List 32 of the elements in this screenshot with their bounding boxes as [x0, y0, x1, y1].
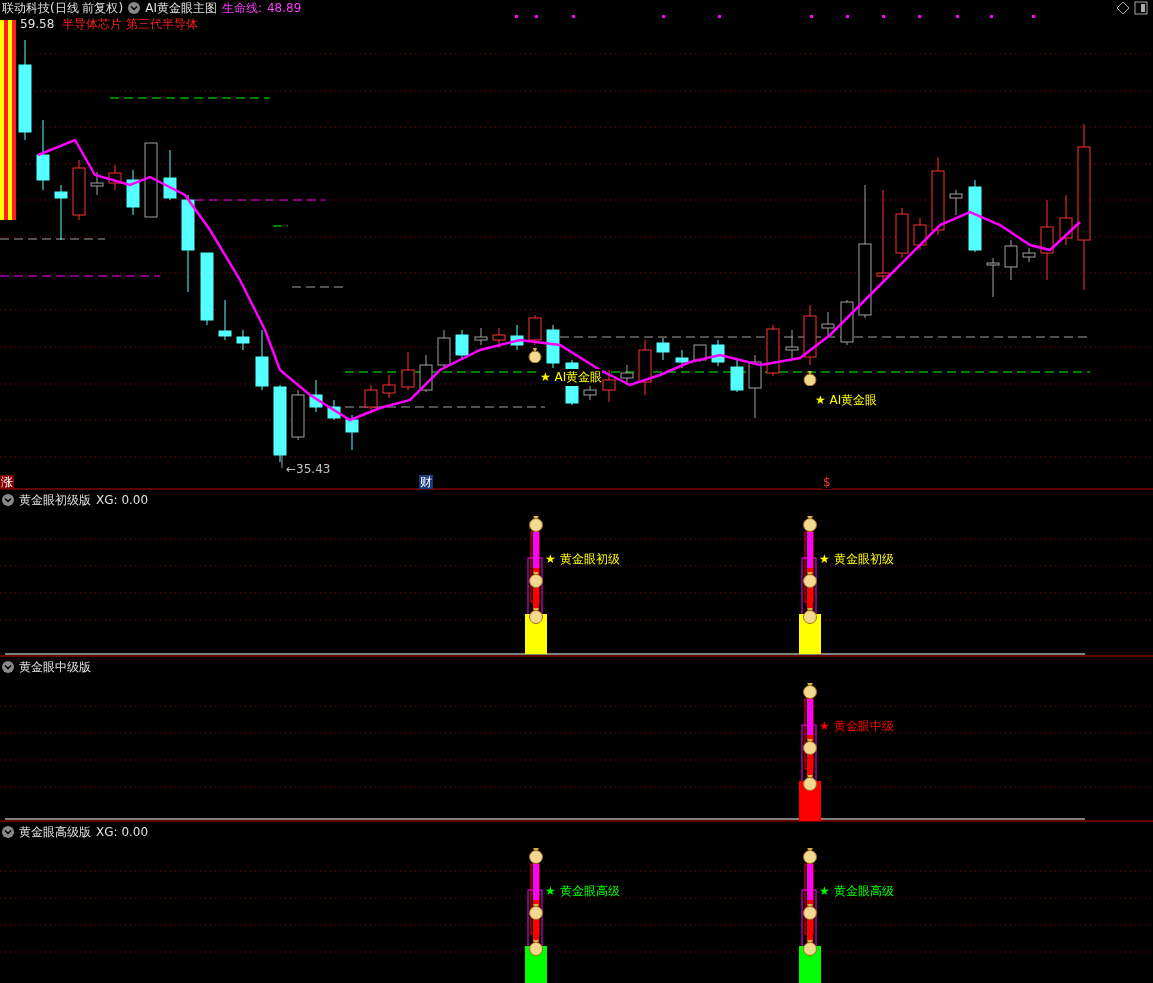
signal-label: ★ AI黄金眼: [815, 392, 878, 409]
panel-title: 黄金眼高级版: [19, 823, 91, 841]
diamond-icon[interactable]: [1116, 1, 1130, 15]
money-bag-icon: [803, 370, 817, 386]
dropdown-icon[interactable]: [128, 2, 141, 14]
level-line: [291, 286, 346, 288]
dropdown-icon[interactable]: [2, 661, 14, 673]
indicator-title: AI黄金眼主图: [145, 0, 217, 17]
concept-tags: 半导体芯片 第三代半导体: [62, 15, 199, 33]
layout-icon[interactable]: [1134, 1, 1148, 15]
signal-label: ★ 黄金眼高级: [819, 883, 894, 900]
signal-label: ★ 黄金眼初级: [545, 551, 620, 568]
panel-title: 黄金眼中级版: [19, 658, 91, 676]
high-price-label: 59.58: [20, 17, 55, 31]
xg-reading: XG: 0.00: [96, 825, 149, 839]
dropdown-icon[interactable]: [2, 494, 14, 506]
life-line-label: 生命线:: [221, 0, 262, 17]
signal-label: ★ 黄金眼高级: [545, 883, 620, 900]
dropdown-icon[interactable]: [2, 826, 14, 838]
money-bag-icon: [528, 347, 542, 363]
xg-reading: XG: 0.00: [96, 493, 149, 507]
level-line: [272, 225, 289, 227]
finance-badge: 财: [419, 475, 433, 489]
panel-title: 黄金眼初级版: [19, 491, 91, 509]
stock-title: 联动科技(日线 前复权): [2, 0, 124, 17]
signal-label: ★ 黄金眼初级: [819, 551, 894, 568]
signal-label: ★ AI黄金眼: [540, 369, 603, 386]
rise-badge: 涨: [0, 475, 14, 489]
low-price-label: ←35.43: [286, 462, 331, 476]
dollar-marker: $: [822, 475, 832, 489]
life-line-value: 48.89: [267, 1, 302, 15]
signal-label: ★ 黄金眼中级: [819, 718, 894, 735]
